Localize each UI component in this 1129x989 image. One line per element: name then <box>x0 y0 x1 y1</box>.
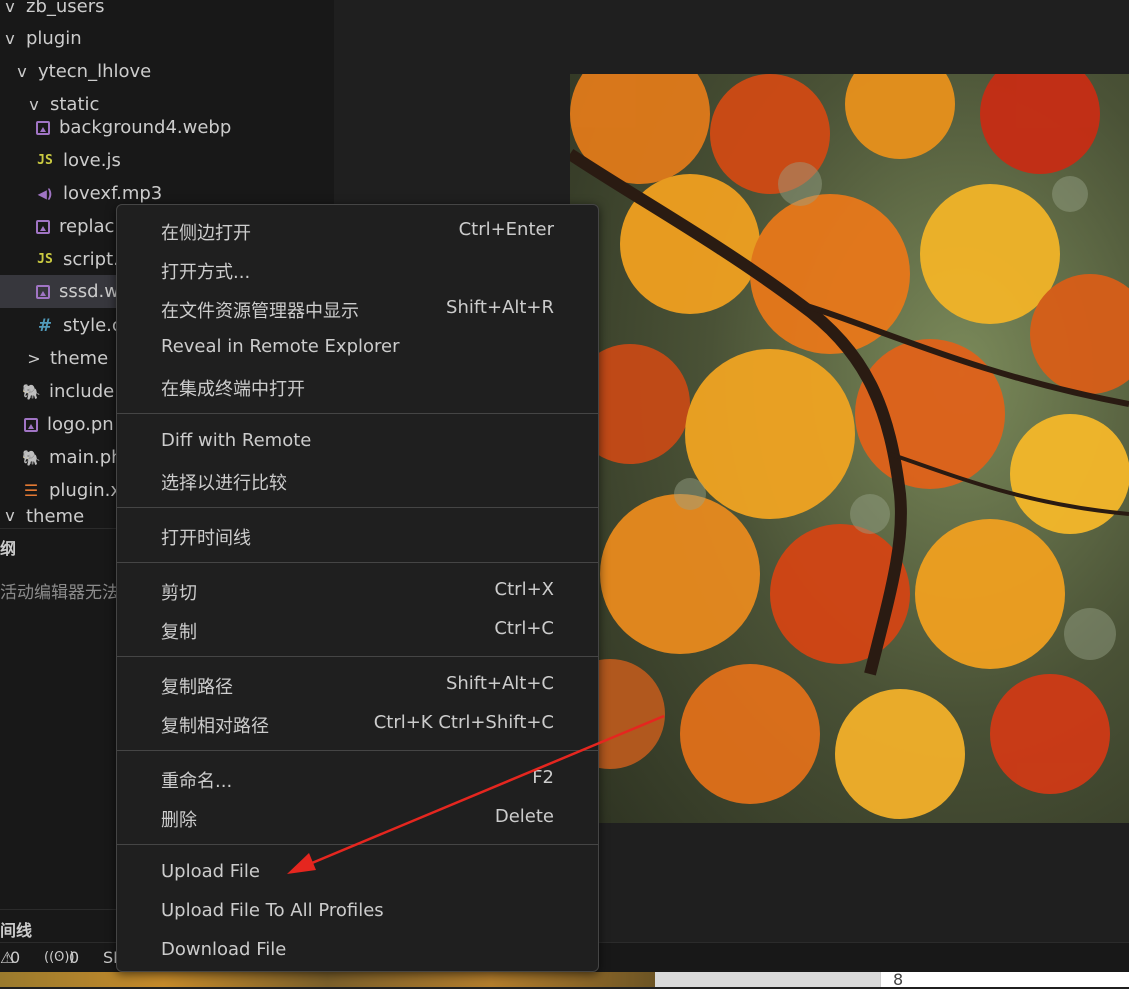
tree-item-label: zb_users <box>26 0 105 17</box>
menu-item-label: 重命名... <box>161 771 233 792</box>
menu-separator <box>117 750 598 751</box>
menu-item-select-for-compare[interactable]: 选择以进行比较 <box>117 463 598 497</box>
menu-separator <box>117 844 598 845</box>
tree-item-label: ytecn_lhlove <box>38 61 152 82</box>
warnings-count[interactable]: 0 <box>10 948 20 967</box>
menu-item-label: Reveal in Remote Explorer <box>161 336 400 357</box>
tree-item-label: lovexf.mp3 <box>63 183 163 204</box>
menu-item-cut[interactable]: 剪切 Ctrl+X <box>117 573 598 607</box>
menu-item-label: 在文件资源管理器中显示 <box>161 301 359 322</box>
menu-separator <box>117 413 598 414</box>
menu-item-label: Upload File To All Profiles <box>161 900 384 921</box>
timeline-header[interactable]: 间线 <box>0 917 32 941</box>
audio-file-icon: ◀) <box>37 186 53 201</box>
js-file-icon: JS <box>37 152 53 168</box>
menu-item-copy-relative-path[interactable]: 复制相对路径 Ctrl+K Ctrl+Shift+C <box>117 706 598 740</box>
menu-item-shortcut: Shift+Alt+R <box>446 297 554 318</box>
chevron-down-icon: v <box>17 62 27 81</box>
tree-item-label: main.ph <box>49 447 123 468</box>
menu-item-open-to-side[interactable]: 在侧边打开 Ctrl+Enter <box>117 213 598 247</box>
menu-item-download-file[interactable]: Download File <box>117 933 598 967</box>
menu-item-label: Diff with Remote <box>161 430 312 451</box>
tree-folder-plugin[interactable]: v plugin <box>0 22 334 55</box>
chevron-down-icon: v <box>5 29 15 48</box>
menu-item-label: 复制相对路径 <box>161 716 269 737</box>
tree-item-label: style.c <box>63 315 122 336</box>
menu-item-label: 复制 <box>161 622 197 643</box>
css-file-icon: # <box>37 315 53 336</box>
tree-item-label: script. <box>63 249 119 270</box>
menu-item-shortcut: Ctrl+C <box>494 618 554 639</box>
rss-file-icon: ☰ <box>23 480 39 500</box>
maple-leaves-image <box>570 74 1129 823</box>
menu-item-label: Upload File <box>161 861 260 882</box>
menu-item-label: 在集成终端中打开 <box>161 379 305 400</box>
menu-item-diff-with-remote[interactable]: Diff with Remote <box>117 424 598 458</box>
menu-item-label: 复制路径 <box>161 677 233 698</box>
menu-item-label: 删除 <box>161 810 197 831</box>
image-file-icon <box>36 284 50 299</box>
outline-header[interactable]: 纲 <box>0 535 16 559</box>
tree-item-label: love.js <box>63 150 121 171</box>
tree-item-label: sssd.w <box>59 281 120 302</box>
menu-item-upload-file-all-profiles[interactable]: Upload File To All Profiles <box>117 894 598 928</box>
menu-item-shortcut: Ctrl+K Ctrl+Shift+C <box>373 712 554 733</box>
menu-item-upload-file[interactable]: Upload File <box>117 855 598 889</box>
menu-item-shortcut: Delete <box>494 806 554 827</box>
menu-item-shortcut: F2 <box>532 767 554 788</box>
page-number: 8 <box>893 970 904 989</box>
menu-item-copy[interactable]: 复制 Ctrl+C <box>117 612 598 646</box>
menu-item-open-with[interactable]: 打开方式... <box>117 252 598 286</box>
menu-separator <box>117 562 598 563</box>
tree-folder-ytecn-lhlove[interactable]: v ytecn_lhlove <box>0 55 334 88</box>
menu-item-reveal-in-remote-explorer[interactable]: Reveal in Remote Explorer <box>117 330 598 364</box>
menu-item-delete[interactable]: 删除 Delete <box>117 800 598 834</box>
php-file-icon: 🐘 <box>22 448 41 467</box>
php-file-icon: 🐘 <box>22 382 41 401</box>
background-document-page <box>880 972 1129 987</box>
chevron-right-icon: > <box>27 349 41 368</box>
chevron-down-icon: v <box>5 0 15 16</box>
tree-item-label: include. <box>49 381 120 402</box>
menu-item-label: 选择以进行比较 <box>161 473 287 494</box>
image-preview <box>570 74 1129 823</box>
menu-item-label: 剪切 <box>161 583 197 604</box>
menu-item-label: 在侧边打开 <box>161 223 251 244</box>
tree-file-love-js[interactable]: JS love.js <box>0 144 334 177</box>
menu-item-open-in-terminal[interactable]: 在集成终端中打开 <box>117 369 598 403</box>
menu-item-shortcut: Shift+Alt+C <box>445 673 554 694</box>
tree-item-label: plugin.x <box>49 480 122 501</box>
tree-file-background4[interactable]: background4.webp <box>0 111 334 144</box>
tree-item-label: logo.pn <box>47 414 114 435</box>
image-file-icon <box>36 219 50 234</box>
tree-folder-zb-users[interactable]: v zb_users <box>0 0 334 23</box>
tree-item-label: theme <box>50 348 109 369</box>
menu-item-open-timeline[interactable]: 打开时间线 <box>117 518 598 552</box>
menu-item-label: Download File <box>161 939 287 960</box>
background-photo <box>0 972 655 987</box>
menu-item-reveal-in-explorer[interactable]: 在文件资源管理器中显示 Shift+Alt+R <box>117 291 598 325</box>
chevron-down-icon: v <box>5 506 15 525</box>
menu-separator <box>117 507 598 508</box>
image-file-icon <box>24 417 38 432</box>
context-menu: 在侧边打开 Ctrl+Enter 打开方式... 在文件资源管理器中显示 Shi… <box>116 204 599 972</box>
js-file-icon: JS <box>37 251 53 267</box>
image-file-icon <box>36 120 50 135</box>
tree-item-label: replac <box>59 216 115 237</box>
outline-empty-message: 活动编辑器无法 <box>0 583 119 603</box>
menu-item-copy-path[interactable]: 复制路径 Shift+Alt+C <box>117 667 598 701</box>
tree-item-label: background4.webp <box>59 117 232 138</box>
background-window-strip: 8 <box>0 970 1129 989</box>
menu-item-rename[interactable]: 重命名... F2 <box>117 761 598 795</box>
menu-item-shortcut: Ctrl+X <box>494 579 554 600</box>
menu-item-label: 打开时间线 <box>161 528 251 549</box>
menu-item-label: 打开方式... <box>161 262 251 283</box>
ports-count[interactable]: 0 <box>69 948 79 967</box>
menu-item-shortcut: Ctrl+Enter <box>458 219 554 240</box>
menu-separator <box>117 656 598 657</box>
tree-item-label: plugin <box>26 28 82 49</box>
tree-item-label: theme <box>26 506 85 527</box>
